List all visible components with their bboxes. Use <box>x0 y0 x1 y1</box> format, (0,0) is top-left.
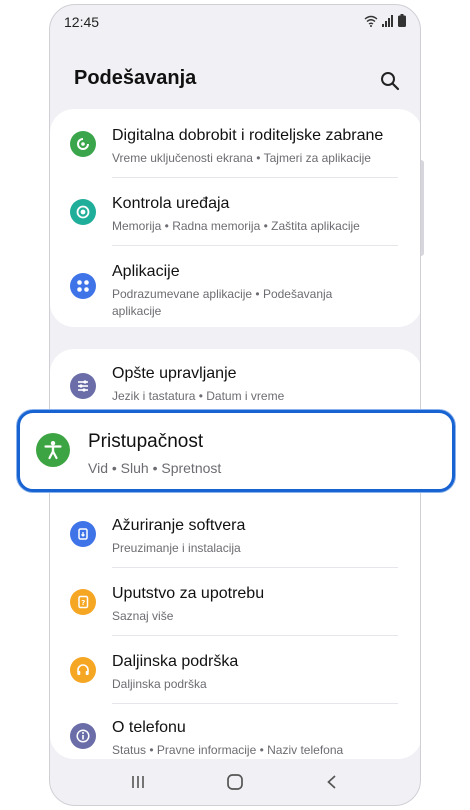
general-management-icon <box>70 373 96 399</box>
settings-item-title: Uputstvo za upotrebu <box>112 585 265 602</box>
status-bar: 12:45 <box>50 5 420 37</box>
settings-item-remote-support[interactable]: Daljinska podrška Daljinska podrška <box>50 649 420 701</box>
settings-item-title: Daljinska podrška <box>112 653 239 670</box>
settings-group-1: Digitalna dobrobit i roditeljske zabrane… <box>50 109 420 327</box>
settings-item-subtitle: Daljinska podrška <box>112 677 207 691</box>
wifi-icon <box>364 15 378 27</box>
back-button[interactable] <box>317 767 347 797</box>
recents-button[interactable] <box>123 767 153 797</box>
settings-item-device-care[interactable]: Kontrola uređaja Memorija • Radna memori… <box>50 191 420 243</box>
settings-item-subtitle: Vid • Sluh • Spretnost <box>88 460 222 476</box>
settings-item-title: Aplikacije <box>112 263 180 280</box>
navigation-bar <box>50 759 420 805</box>
settings-item-apps[interactable]: Aplikacije Podrazumevane aplikacije • Po… <box>50 259 420 321</box>
divider <box>112 703 398 704</box>
settings-item-title: Pristupačnost <box>88 431 204 452</box>
divider <box>112 245 398 246</box>
settings-item-title: Ažuriranje softvera <box>112 517 246 534</box>
home-icon <box>227 774 243 790</box>
settings-item-user-manual[interactable]: ? Uputstvo za upotrebu Saznaj više <box>50 581 420 633</box>
divider <box>112 177 398 178</box>
settings-item-title: Kontrola uređaja <box>112 195 230 212</box>
settings-item-software-update[interactable]: Ažuriranje softvera Preuzimanje i instal… <box>50 513 420 565</box>
settings-item-title: O telefonu <box>112 719 186 736</box>
side-button <box>421 160 424 256</box>
remote-support-icon <box>70 657 96 683</box>
status-icons <box>364 14 406 27</box>
divider <box>112 567 398 568</box>
home-button[interactable] <box>220 767 250 797</box>
settings-item-title: Opšte upravljanje <box>112 365 237 382</box>
settings-item-subtitle: Vreme uključenosti ekrana • Tajmeri za a… <box>112 151 371 165</box>
battery-icon <box>398 14 406 27</box>
phone-frame: 12:45 Podešavanja Digitalna dobrobit i r… <box>49 4 421 806</box>
about-phone-icon <box>70 723 96 749</box>
settings-item-about-phone[interactable]: O telefonu Status • Pravne informacije •… <box>50 715 420 759</box>
digital-wellbeing-icon <box>70 131 96 157</box>
user-manual-icon: ? <box>70 589 96 615</box>
apps-icon <box>70 273 96 299</box>
status-time: 12:45 <box>64 14 100 30</box>
device-care-icon <box>70 199 96 225</box>
settings-item-subtitle: Jezik i tastatura • Datum i vreme <box>112 389 285 403</box>
divider <box>112 635 398 636</box>
recents-icon <box>132 776 145 788</box>
search-button[interactable] <box>376 67 404 95</box>
page-title: Podešavanja <box>74 67 197 89</box>
settings-item-accessibility[interactable]: Pristupačnost Vid • Sluh • Spretnost <box>17 410 455 492</box>
settings-item-subtitle: Preuzimanje i instalacija <box>112 541 241 555</box>
svg-text:?: ? <box>81 599 85 607</box>
search-icon <box>381 72 400 91</box>
settings-item-subtitle: Memorija • Radna memorija • Zaštita apli… <box>112 219 360 233</box>
back-icon <box>326 775 336 789</box>
settings-item-title: Digitalna dobrobit i roditeljske zabrane <box>112 127 384 144</box>
accessibility-icon <box>36 433 70 467</box>
signal-icon <box>382 14 393 27</box>
settings-item-subtitle: Saznaj više <box>112 609 174 623</box>
settings-item-general-management[interactable]: Opšte upravljanje Jezik i tastatura • Da… <box>50 363 420 415</box>
software-update-icon <box>70 521 96 547</box>
settings-item-subtitle: Status • Pravne informacije • Naziv tele… <box>112 743 344 757</box>
settings-item-digital-wellbeing[interactable]: Digitalna dobrobit i roditeljske zabrane… <box>50 123 420 175</box>
settings-item-subtitle: Podrazumevane aplikacije • Podešavanja a… <box>112 287 333 318</box>
